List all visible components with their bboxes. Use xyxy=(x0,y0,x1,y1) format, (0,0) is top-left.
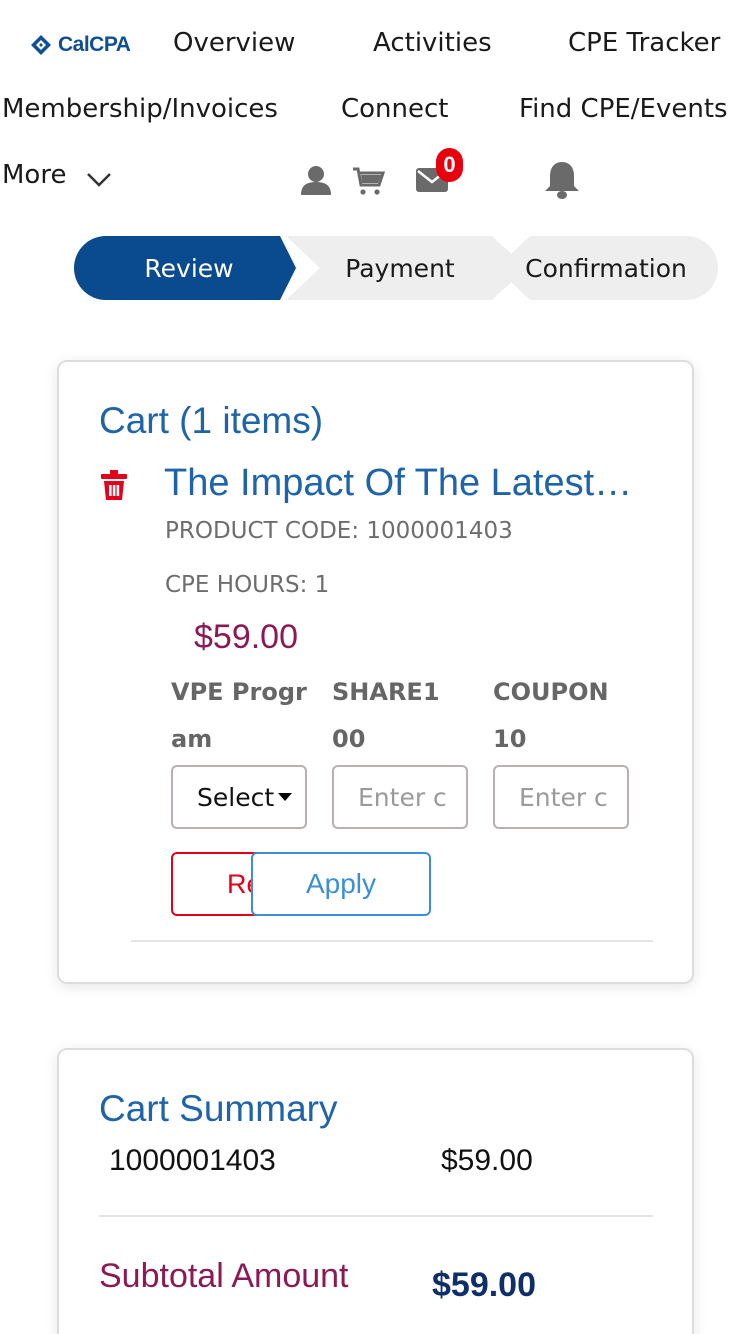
user-icon[interactable] xyxy=(300,164,332,196)
checkout-steps: Review Payment Confirmation xyxy=(74,236,718,300)
summary-product-code: 1000001403 xyxy=(109,1144,276,1177)
coupon10-input[interactable] xyxy=(495,767,627,827)
more-menu[interactable]: More xyxy=(2,160,111,190)
nav-membership-invoices[interactable]: Membership/Invoices xyxy=(2,94,278,124)
share100-input-box xyxy=(332,765,468,829)
nav-overview[interactable]: Overview xyxy=(173,28,295,58)
cart-icon[interactable] xyxy=(352,166,386,196)
mail-count-badge: 0 xyxy=(436,148,463,182)
cpe-hours: CPE HOURS: 1 xyxy=(165,572,330,598)
item-price: $59.00 xyxy=(194,618,298,656)
coupon10-input-box xyxy=(493,765,629,829)
subtotal-label: Subtotal Amount xyxy=(99,1257,349,1295)
cart-divider xyxy=(131,940,653,942)
vpe-program-select[interactable]: Select xyxy=(171,765,307,829)
nav-connect[interactable]: Connect xyxy=(341,94,449,124)
nav-cpe-tracker[interactable]: CPE Tracker xyxy=(568,28,720,58)
cart-title: Cart (1 items) xyxy=(99,400,324,441)
share100-label: SHARE100 xyxy=(332,678,440,753)
step-confirmation[interactable]: Confirmation xyxy=(514,236,698,300)
share100-input[interactable] xyxy=(334,767,466,827)
nav-activities[interactable]: Activities xyxy=(373,28,492,58)
logo-text: CalCPA xyxy=(58,33,131,56)
chevron-down-icon xyxy=(87,173,111,187)
cart-card: Cart (1 items) The Impact Of The Latest…… xyxy=(57,360,694,984)
step-payment[interactable]: Payment xyxy=(296,236,504,300)
calcpa-logo[interactable]: CalCPA xyxy=(30,33,131,57)
subtotal-value: $59.00 xyxy=(432,1266,536,1304)
nav-find-cpe-events[interactable]: Find CPE/Events xyxy=(519,94,728,124)
more-label: More xyxy=(2,160,67,190)
coupon10-label: COUPON10 xyxy=(493,678,609,753)
cart-item-title[interactable]: The Impact Of The Latest… xyxy=(164,462,654,505)
cart-summary-title: Cart Summary xyxy=(99,1088,338,1129)
step-review[interactable]: Review xyxy=(74,236,304,300)
summary-divider xyxy=(99,1215,653,1217)
vpe-program-label: VPE Program xyxy=(171,678,307,753)
trash-icon[interactable] xyxy=(101,470,127,500)
bell-icon[interactable] xyxy=(543,160,581,200)
caret-down-icon xyxy=(278,793,293,801)
apply-button[interactable]: Apply xyxy=(251,852,431,916)
summary-product-amount: $59.00 xyxy=(441,1144,533,1177)
product-code: PRODUCT CODE: 1000001403 xyxy=(165,518,513,544)
calcpa-logo-icon xyxy=(31,35,51,55)
vpe-program-select-value: Select xyxy=(197,782,275,812)
cart-summary-card: Cart Summary 1000001403 $59.00 Subtotal … xyxy=(57,1048,694,1334)
